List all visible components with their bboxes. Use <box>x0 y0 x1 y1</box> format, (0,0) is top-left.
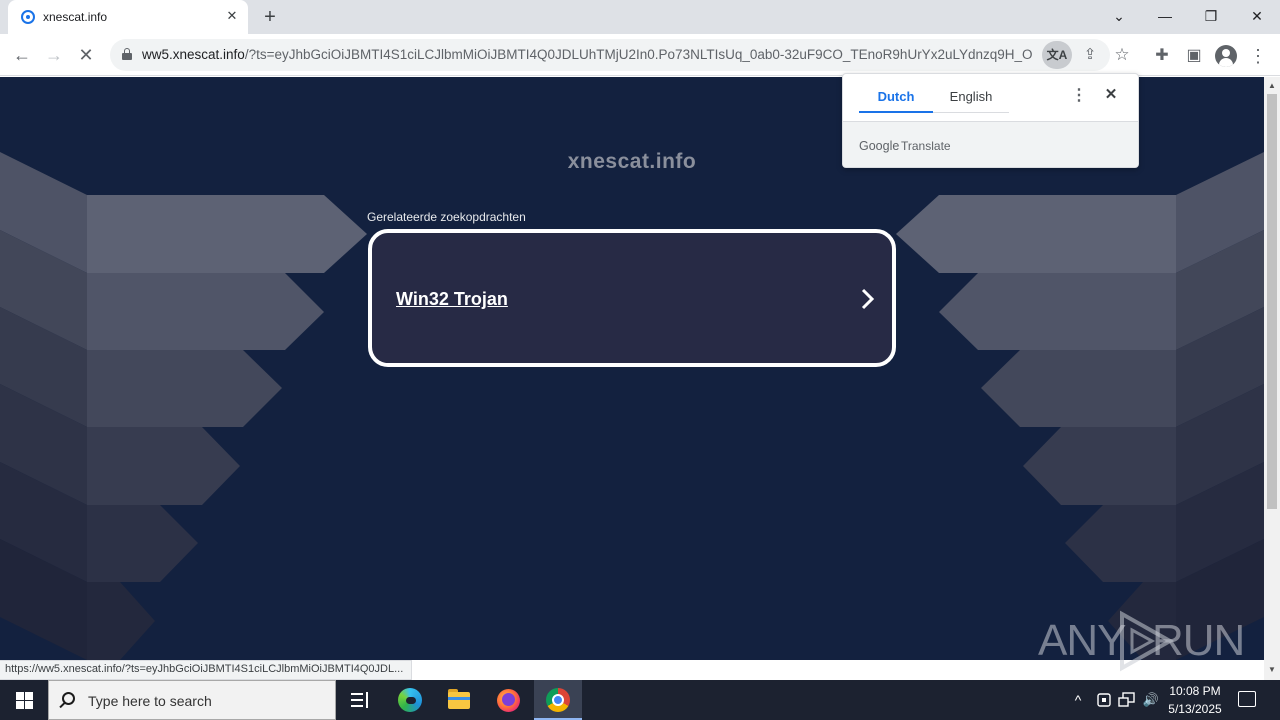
popup-close-icon[interactable]: ✕ <box>1101 85 1121 105</box>
task-view-icon[interactable] <box>336 680 384 720</box>
translate-icon[interactable]: 文A <box>1042 41 1072 69</box>
stop-loading-button[interactable]: ✕ <box>73 42 99 68</box>
windows-taskbar: Type here to search ^ 🔊 10:08 PM 5/13/20… <box>0 680 1280 720</box>
watermark-right-text: RUN <box>1152 616 1245 665</box>
related-search-card[interactable]: Win32 Trojan <box>368 229 896 367</box>
forward-button[interactable]: → <box>41 42 67 68</box>
watermark-left-text: ANY <box>1038 616 1126 665</box>
tab-source-language[interactable]: Dutch <box>859 89 933 113</box>
browser-toolbar: ← → ✕ ww5.xnescat.info/?ts=eyJhbGciOiJBM… <box>0 34 1280 76</box>
site-favicon-icon <box>21 10 35 24</box>
taskbar-search-box[interactable]: Type here to search <box>48 680 336 720</box>
tab-title: xnescat.info <box>43 10 108 24</box>
restore-button[interactable]: ❐ <box>1188 0 1234 32</box>
close-window-button[interactable]: ✕ <box>1234 0 1280 32</box>
tab-target-language[interactable]: English <box>933 89 1009 113</box>
clock-date[interactable]: 5/13/2025 <box>1160 702 1230 716</box>
profile-icon[interactable] <box>1215 45 1237 67</box>
lock-icon[interactable] <box>122 48 132 60</box>
device-icon[interactable] <box>1094 690 1114 710</box>
star-icon[interactable]: ☆ <box>1110 43 1134 67</box>
volume-icon[interactable]: 🔊 <box>1141 690 1161 710</box>
show-hidden-icons-chevron-icon[interactable]: ^ <box>1068 690 1088 710</box>
google-brand: Google <box>859 139 900 153</box>
side-panel-icon[interactable]: ▣ <box>1182 44 1206 68</box>
back-button[interactable]: ← <box>9 42 35 68</box>
vertical-scrollbar[interactable]: ▲ ▼ <box>1264 77 1280 680</box>
network-icon[interactable] <box>1117 690 1137 710</box>
firefox-icon[interactable] <box>484 680 532 720</box>
windows-start-icon[interactable] <box>0 680 48 720</box>
notification-center-icon[interactable] <box>1238 691 1256 707</box>
new-tab-button[interactable]: + <box>258 6 282 28</box>
status-bar-url: https://ww5.xnescat.info/?ts=eyJhbGciOiJ… <box>0 660 413 680</box>
browser-tab[interactable]: xnescat.info ✕ <box>8 0 248 34</box>
tab-strip: xnescat.info ✕ + ⌄ — ❐ ✕ <box>0 0 1280 34</box>
popup-options-icon[interactable]: ⋮ <box>1071 86 1087 106</box>
edge-browser-icon[interactable] <box>386 680 434 720</box>
search-placeholder: Type here to search <box>88 693 212 709</box>
address-bar[interactable]: ww5.xnescat.info/?ts=eyJhbGciOiJBMTI4S1c… <box>110 39 1130 71</box>
translate-popup: Dutch English ⋮ ✕ Google Translate <box>842 73 1139 168</box>
share-icon[interactable]: ⇪ <box>1078 43 1102 67</box>
chrome-icon[interactable] <box>534 680 582 720</box>
scroll-up-arrow-icon[interactable]: ▲ <box>1268 81 1276 90</box>
url-text[interactable]: ww5.xnescat.info/?ts=eyJhbGciOiJBMTI4S1c… <box>142 47 1032 62</box>
related-searches-label: Gerelateerde zoekopdrachten <box>367 210 526 224</box>
tab-close-icon[interactable]: ✕ <box>224 8 240 24</box>
scroll-down-arrow-icon[interactable]: ▼ <box>1268 665 1276 674</box>
puzzle-icon[interactable]: ✚ <box>1150 44 1174 68</box>
url-domain: ww5.xnescat.info <box>142 47 245 62</box>
clock-time[interactable]: 10:08 PM <box>1160 684 1230 698</box>
kebab-menu-icon[interactable]: ⋮ <box>1246 44 1270 68</box>
chevron-right-icon[interactable] <box>858 287 878 311</box>
file-explorer-icon[interactable] <box>435 680 483 720</box>
related-search-link[interactable]: Win32 Trojan <box>396 289 508 310</box>
scrollbar-thumb[interactable] <box>1267 94 1277 509</box>
translate-brand: Translate <box>901 139 951 153</box>
minimize-button[interactable]: — <box>1142 0 1188 32</box>
translate-footer: Google Translate <box>843 121 1138 167</box>
search-icon <box>62 692 75 705</box>
tab-search-button[interactable]: ⌄ <box>1096 0 1142 32</box>
anyrun-watermark: ANY RUN <box>1038 604 1245 674</box>
url-path: /?ts=eyJhbGciOiJBMTI4S1ciLCJlbmMiOiJBMTI… <box>244 47 1032 62</box>
